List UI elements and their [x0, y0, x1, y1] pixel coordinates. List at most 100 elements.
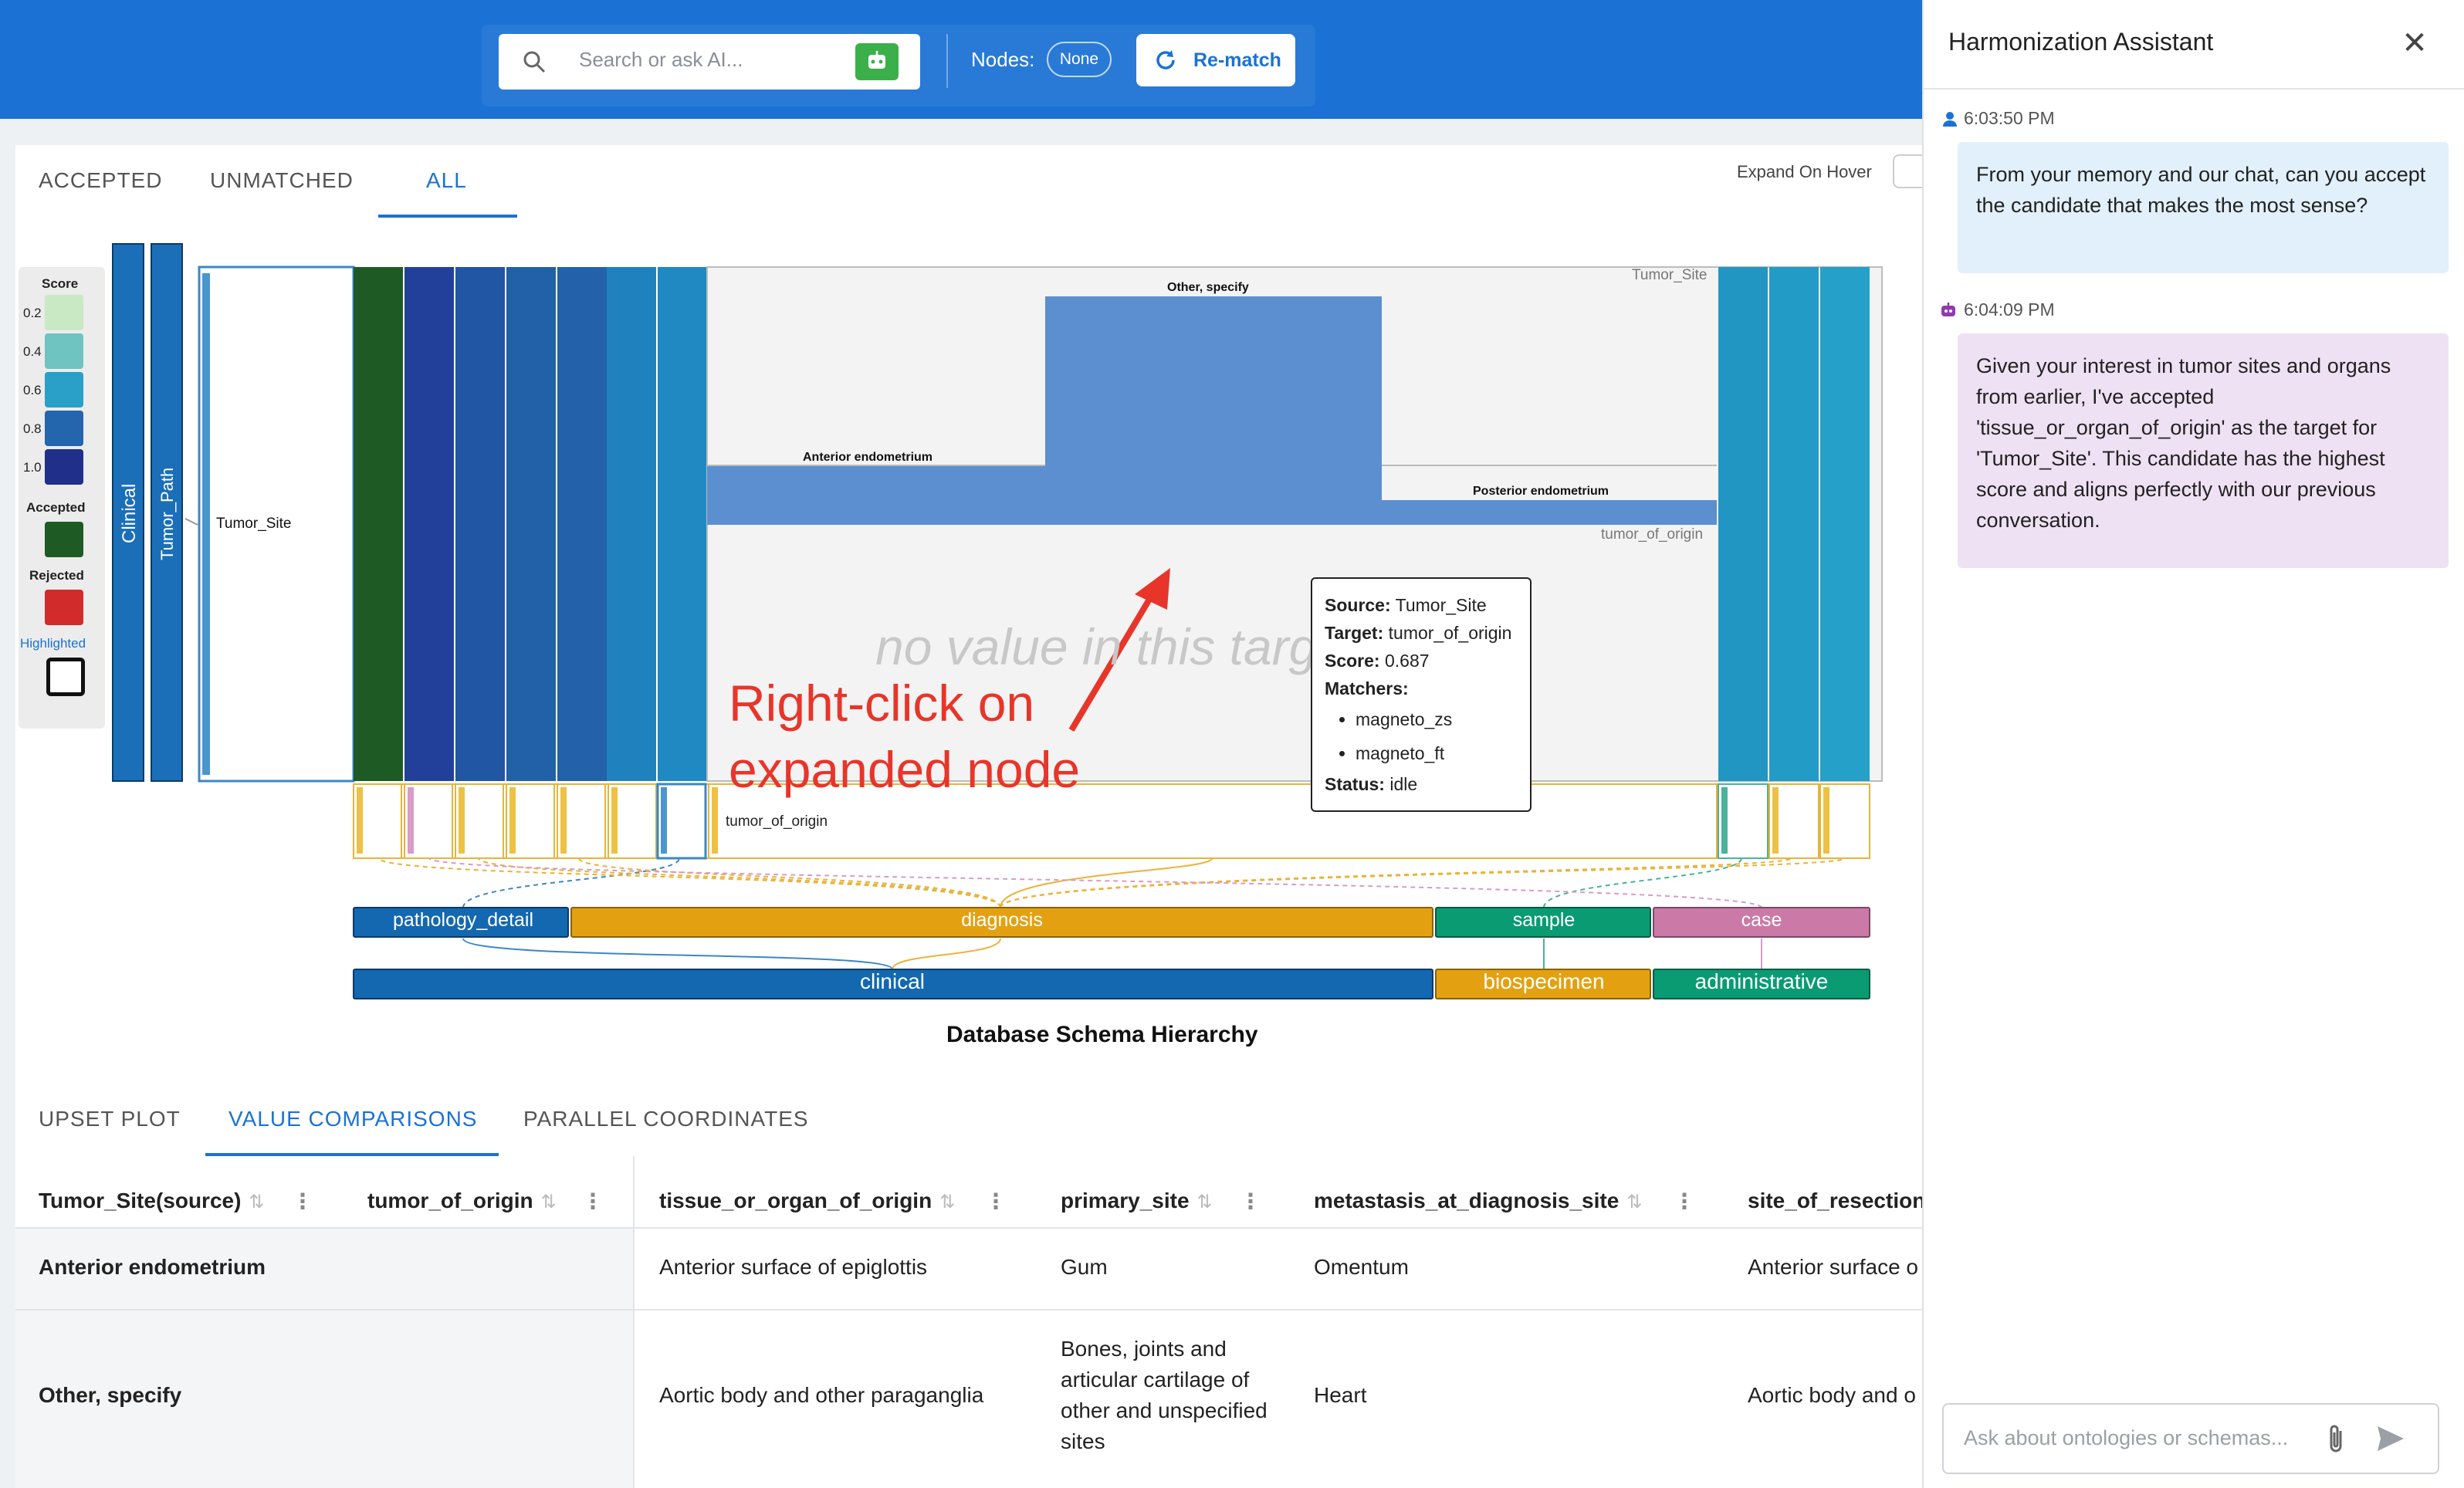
target-column[interactable] — [557, 267, 607, 781]
leaf-bar — [509, 787, 516, 854]
column-menu-icon[interactable]: ⋮ — [985, 1189, 1007, 1214]
column-header-metastasis-site[interactable]: metastasis_at_diagnosis_site ⇅ — [1314, 1189, 1642, 1213]
header-label: Tumor_Site(source) — [39, 1189, 242, 1212]
expand-on-hover-label: Expand On Hover — [1737, 162, 1872, 181]
tooltip-source: Tumor_Site — [1395, 595, 1487, 615]
send-icon[interactable] — [2374, 1423, 2407, 1458]
search-icon — [522, 49, 547, 78]
tooltip-label: Status: — [1325, 774, 1385, 794]
tooltip-source-row: Source: Tumor_Site — [1325, 591, 1518, 619]
leaf-bar — [611, 787, 618, 854]
value-bar-anterior-endometrium[interactable] — [707, 466, 1045, 525]
sort-icon[interactable]: ⇅ — [939, 1192, 955, 1212]
user-message: From your memory and our chat, can you a… — [1958, 142, 2449, 273]
target-column[interactable] — [404, 267, 454, 781]
leaf-bar — [1823, 787, 1829, 854]
toolbar-divider — [946, 34, 948, 88]
legend-highlighted-label: Highlighted — [20, 636, 86, 651]
target-column[interactable] — [455, 267, 505, 781]
value-label: Other, specify — [1167, 281, 1249, 294]
ai-robot-button[interactable] — [855, 43, 899, 80]
tab-parallel-coordinates[interactable]: PARALLEL COORDINATES — [523, 1107, 809, 1131]
leaf-bar — [459, 787, 465, 854]
top-toolbar: Search or ask AI... Nodes: None Re-match — [0, 0, 1922, 119]
legend-swatch-0-6 — [45, 372, 83, 408]
assistant-title: Harmonization Assistant — [1948, 28, 2214, 56]
tooltip-matcher: magneto_zs — [1356, 702, 1518, 736]
message-time: 6:04:09 PM — [1964, 299, 2055, 320]
sort-icon[interactable]: ⇅ — [541, 1192, 557, 1212]
leaf-bar — [408, 787, 414, 854]
target-column[interactable] — [607, 267, 656, 781]
bottom-tab-indicator — [205, 1153, 499, 1156]
target-column[interactable] — [506, 267, 556, 781]
column-header-primary-site[interactable]: primary_site ⇅ — [1061, 1189, 1213, 1213]
hierarchy-label-text: case — [1741, 909, 1782, 931]
header-label: tissue_or_organ_of_origin — [659, 1189, 932, 1212]
expand-on-hover-toggle[interactable] — [1893, 154, 1922, 188]
close-icon[interactable]: ✕ — [2398, 28, 2432, 62]
table-cell: Heart — [1314, 1383, 1367, 1407]
column-menu-icon[interactable]: ⋮ — [292, 1189, 313, 1214]
bot-icon — [1938, 299, 1959, 325]
target-column[interactable] — [1820, 267, 1870, 781]
sort-icon[interactable]: ⇅ — [1197, 1192, 1213, 1212]
legend-title: Score — [42, 276, 79, 291]
tooltip-label: Score: — [1325, 651, 1380, 671]
robot-icon — [868, 51, 885, 69]
target-column[interactable] — [1718, 267, 1768, 781]
tooltip-status: idle — [1389, 774, 1418, 794]
tab-value-comparisons[interactable]: VALUE COMPARISONS — [228, 1107, 477, 1131]
leaf-bar — [560, 787, 567, 854]
column-menu-icon[interactable]: ⋮ — [1240, 1189, 1261, 1214]
tooltip-score-row: Score: 0.687 — [1325, 647, 1518, 675]
tooltip-matchers-row: Matchers: — [1325, 675, 1518, 702]
rematch-label: Re-match — [1193, 49, 1281, 71]
legend-tick: 0.6 — [23, 383, 42, 397]
message-time: 6:03:50 PM — [1964, 108, 2055, 128]
column-header-tumor-of-origin[interactable]: tumor_of_origin ⇅ — [367, 1189, 557, 1213]
search-input[interactable]: Search or ask AI... — [499, 34, 920, 90]
assistant-panel: Harmonization Assistant ✕ 6:03:50 PM Fro… — [1922, 0, 2464, 1488]
tab-all[interactable]: ALL — [426, 168, 467, 193]
column-header-site-of-resection[interactable]: site_of_resection — [1748, 1189, 1922, 1213]
rematch-button[interactable]: Re-match — [1136, 34, 1295, 86]
column-menu-icon[interactable]: ⋮ — [1674, 1189, 1695, 1214]
sort-icon[interactable]: ⇅ — [249, 1192, 264, 1212]
leaf-label-tumor-of-origin: tumor_of_origin — [726, 813, 828, 830]
assistant-chat-input[interactable]: Ask about ontologies or schemas... — [1942, 1403, 2439, 1474]
value-bar-posterior-endometrium[interactable] — [1382, 500, 1717, 525]
column-header-tissue-or-organ[interactable]: tissue_or_organ_of_origin ⇅ — [659, 1189, 955, 1213]
value-bar-other-specify[interactable] — [1045, 296, 1382, 525]
table-cell: Gum — [1061, 1255, 1108, 1279]
match-tooltip: Source: Tumor_Site Target: tumor_of_orig… — [1311, 577, 1532, 812]
table-row-divider — [15, 1309, 1922, 1310]
header-label: primary_site — [1061, 1189, 1190, 1212]
column-header-source[interactable]: Tumor_Site(source) ⇅ — [39, 1189, 265, 1213]
empty-target-message: no value in this target — [875, 618, 1360, 675]
table-cell: Aortic body and other paraganglia — [659, 1383, 984, 1407]
attach-icon[interactable] — [2325, 1422, 2348, 1461]
tab-unmatched[interactable]: UNMATCHED — [210, 168, 354, 193]
tab-accepted[interactable]: ACCEPTED — [39, 168, 162, 193]
tooltip-target-row: Target: tumor_of_origin — [1325, 619, 1518, 647]
hierarchy-label-text: biospecimen — [1483, 969, 1605, 993]
leaf-bar — [712, 787, 718, 854]
legend-tick: 0.8 — [23, 421, 42, 436]
table-cell: Aortic body and o — [1748, 1383, 1916, 1407]
source-label-tumor-path: Tumor_Path — [157, 467, 177, 560]
header-label: site_of_resection — [1748, 1189, 1922, 1212]
sort-icon[interactable]: ⇅ — [1626, 1192, 1642, 1212]
target-column[interactable] — [1769, 267, 1819, 781]
target-column[interactable] — [658, 267, 707, 781]
source-label-tumor-site: Tumor_Site — [216, 516, 292, 532]
legend-tick: 1.0 — [23, 460, 42, 475]
nodes-select[interactable]: None — [1047, 42, 1112, 77]
column-menu-icon[interactable]: ⋮ — [582, 1189, 604, 1214]
target-column-accepted[interactable] — [354, 267, 403, 781]
header-label: metastasis_at_diagnosis_site — [1314, 1189, 1620, 1212]
tooltip-score: 0.687 — [1384, 651, 1430, 671]
table-column-divider — [633, 1156, 635, 1488]
tab-upset-plot[interactable]: UPSET PLOT — [39, 1107, 181, 1131]
legend-swatch-0-2 — [45, 295, 83, 330]
